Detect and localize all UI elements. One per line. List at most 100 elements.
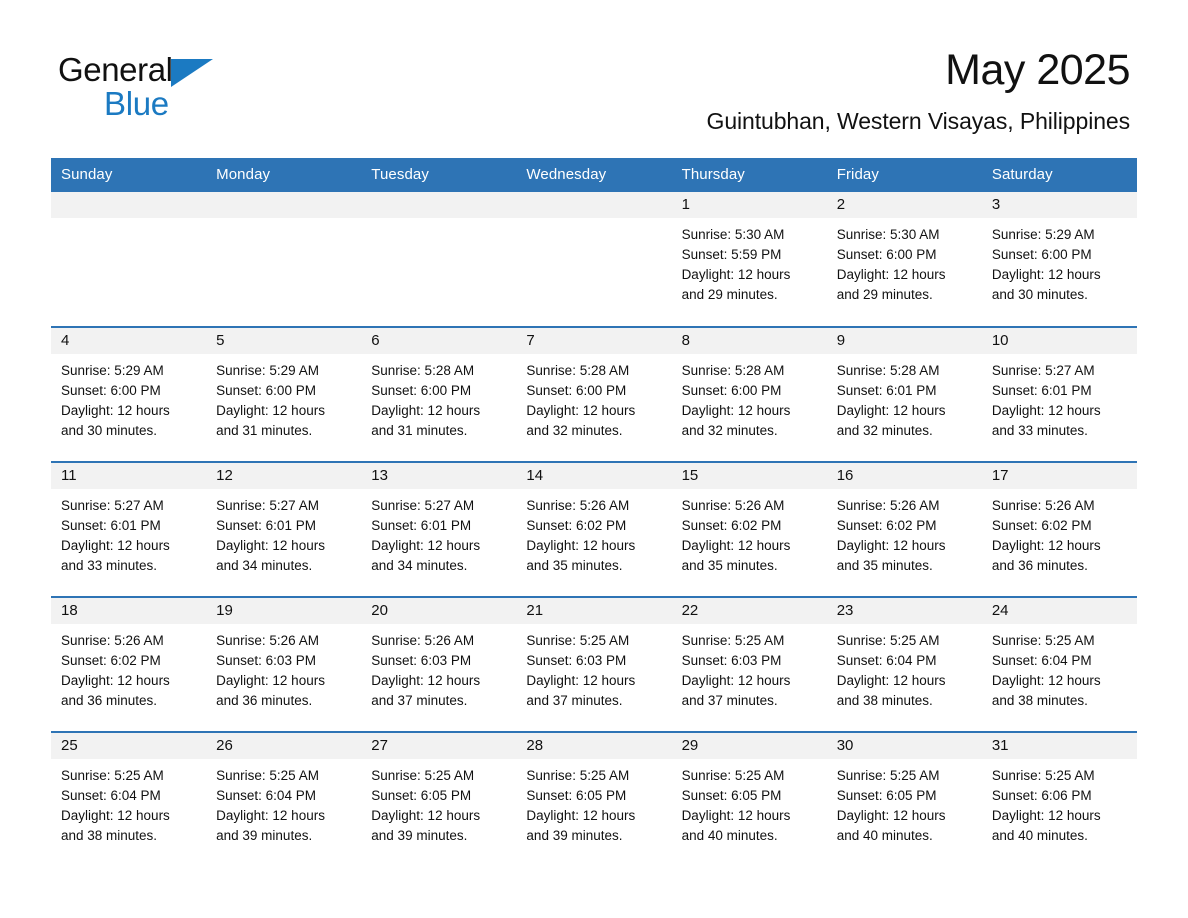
- day-cell[interactable]: 5 Sunrise: 5:29 AM Sunset: 6:00 PM Dayli…: [206, 326, 362, 462]
- day-cell[interactable]: 13 Sunrise: 5:27 AM Sunset: 6:01 PM Dayl…: [361, 461, 517, 597]
- daylight-line1: Daylight: 12 hours: [991, 538, 1101, 553]
- day-number: 25: [51, 733, 207, 759]
- day-details: Sunrise: 5:26 AM Sunset: 6:02 PM Dayligh…: [827, 489, 982, 576]
- day-cell[interactable]: 9 Sunrise: 5:28 AM Sunset: 6:01 PM Dayli…: [826, 326, 982, 462]
- day-cell[interactable]: 2 Sunrise: 5:30 AM Sunset: 6:00 PM Dayli…: [826, 192, 982, 327]
- day-cell[interactable]: 27 Sunrise: 5:25 AM Sunset: 6:05 PM Dayl…: [361, 731, 517, 867]
- daylight-line2: and 33 minutes.: [991, 423, 1088, 438]
- day-number: 29: [671, 733, 827, 759]
- daylight-line2: and 40 minutes.: [836, 828, 933, 843]
- sunrise-text: Sunrise: 5:26 AM: [526, 498, 630, 513]
- daylight-line2: and 37 minutes.: [526, 693, 623, 708]
- day-cell[interactable]: 10 Sunrise: 5:27 AM Sunset: 6:01 PM Dayl…: [981, 326, 1137, 462]
- generalblue-logo: General Blue: [58, 52, 278, 122]
- day-cell[interactable]: 17 Sunrise: 5:26 AM Sunset: 6:02 PM Dayl…: [981, 461, 1137, 597]
- daylight-line2: and 40 minutes.: [681, 828, 778, 843]
- sunset-text: Sunset: 6:00 PM: [681, 383, 782, 398]
- daylight-line2: and 30 minutes.: [991, 287, 1088, 302]
- day-cell[interactable]: 30 Sunrise: 5:25 AM Sunset: 6:05 PM Dayl…: [826, 731, 982, 867]
- sunset-text: Sunset: 6:01 PM: [61, 518, 161, 533]
- day-number: 11: [51, 463, 207, 489]
- daylight-line1: Daylight: 12 hours: [526, 808, 636, 823]
- daylight-line1: Daylight: 12 hours: [681, 403, 791, 418]
- daylight-line1: Daylight: 12 hours: [681, 538, 791, 553]
- day-cell[interactable]: 29 Sunrise: 5:25 AM Sunset: 6:05 PM Dayl…: [671, 731, 827, 867]
- daylight-line1: Daylight: 12 hours: [371, 808, 481, 823]
- day-cell[interactable]: 25 Sunrise: 5:25 AM Sunset: 6:04 PM Dayl…: [51, 731, 207, 867]
- day-cell[interactable]: 8 Sunrise: 5:28 AM Sunset: 6:00 PM Dayli…: [671, 326, 827, 462]
- day-cell[interactable]: 20 Sunrise: 5:26 AM Sunset: 6:03 PM Dayl…: [361, 596, 517, 732]
- sunset-text: Sunset: 6:02 PM: [836, 518, 937, 533]
- sunset-text: Sunset: 6:04 PM: [61, 788, 161, 803]
- sunrise-text: Sunrise: 5:25 AM: [681, 768, 785, 783]
- day-details: Sunrise: 5:29 AM Sunset: 6:00 PM Dayligh…: [982, 218, 1137, 305]
- daylight-line2: and 32 minutes.: [836, 423, 933, 438]
- day-cell[interactable]: 23 Sunrise: 5:25 AM Sunset: 6:04 PM Dayl…: [826, 596, 982, 732]
- day-details: Sunrise: 5:28 AM Sunset: 6:00 PM Dayligh…: [672, 354, 827, 441]
- day-cell[interactable]: 24 Sunrise: 5:25 AM Sunset: 6:04 PM Dayl…: [981, 596, 1137, 732]
- weekday-header-thursday: Thursday: [671, 158, 827, 192]
- day-number: 12: [206, 463, 362, 489]
- day-details: Sunrise: 5:28 AM Sunset: 6:01 PM Dayligh…: [827, 354, 982, 441]
- sunset-text: Sunset: 6:00 PM: [216, 383, 316, 398]
- day-number: 14: [516, 463, 672, 489]
- sunset-text: Sunset: 6:02 PM: [61, 653, 161, 668]
- daylight-line1: Daylight: 12 hours: [216, 808, 325, 823]
- weekday-header-monday: Monday: [206, 158, 362, 192]
- week-row: 1 Sunrise: 5:30 AM Sunset: 5:59 PM Dayli…: [51, 192, 1137, 327]
- day-number: 7: [516, 328, 672, 354]
- day-cell[interactable]: 14 Sunrise: 5:26 AM Sunset: 6:02 PM Dayl…: [516, 461, 672, 597]
- day-cell[interactable]: 15 Sunrise: 5:26 AM Sunset: 6:02 PM Dayl…: [671, 461, 827, 597]
- sunset-text: Sunset: 6:00 PM: [371, 383, 472, 398]
- day-cell[interactable]: 21 Sunrise: 5:25 AM Sunset: 6:03 PM Dayl…: [516, 596, 672, 732]
- day-cell[interactable]: 28 Sunrise: 5:25 AM Sunset: 6:05 PM Dayl…: [516, 731, 672, 867]
- day-cell: [206, 192, 362, 327]
- daylight-line1: Daylight: 12 hours: [836, 673, 946, 688]
- day-details: Sunrise: 5:28 AM Sunset: 6:00 PM Dayligh…: [516, 354, 671, 441]
- sunrise-text: Sunrise: 5:28 AM: [371, 363, 475, 378]
- day-details: Sunrise: 5:25 AM Sunset: 6:05 PM Dayligh…: [516, 759, 671, 846]
- week-row: 11 Sunrise: 5:27 AM Sunset: 6:01 PM Dayl…: [51, 461, 1137, 597]
- sunrise-text: Sunrise: 5:25 AM: [526, 768, 630, 783]
- day-cell[interactable]: 7 Sunrise: 5:28 AM Sunset: 6:00 PM Dayli…: [516, 326, 672, 462]
- sunrise-text: Sunrise: 5:25 AM: [216, 768, 319, 783]
- sunset-text: Sunset: 6:01 PM: [371, 518, 472, 533]
- day-cell[interactable]: 12 Sunrise: 5:27 AM Sunset: 6:01 PM Dayl…: [206, 461, 362, 597]
- daylight-line2: and 39 minutes.: [526, 828, 623, 843]
- day-number: 26: [206, 733, 362, 759]
- day-cell[interactable]: 26 Sunrise: 5:25 AM Sunset: 6:04 PM Dayl…: [206, 731, 362, 867]
- sunset-text: Sunset: 6:00 PM: [526, 383, 627, 398]
- day-cell[interactable]: 1 Sunrise: 5:30 AM Sunset: 5:59 PM Dayli…: [671, 192, 827, 327]
- sunset-text: Sunset: 6:00 PM: [61, 383, 161, 398]
- daylight-line2: and 34 minutes.: [371, 558, 468, 573]
- daylight-line2: and 31 minutes.: [216, 423, 313, 438]
- day-details: Sunrise: 5:25 AM Sunset: 6:03 PM Dayligh…: [516, 624, 671, 711]
- daylight-line2: and 37 minutes.: [681, 693, 778, 708]
- day-details: Sunrise: 5:30 AM Sunset: 6:00 PM Dayligh…: [827, 218, 982, 305]
- day-cell[interactable]: 3 Sunrise: 5:29 AM Sunset: 6:00 PM Dayli…: [981, 192, 1137, 327]
- day-cell[interactable]: 11 Sunrise: 5:27 AM Sunset: 6:01 PM Dayl…: [51, 461, 207, 597]
- daylight-line2: and 37 minutes.: [371, 693, 468, 708]
- logo-text-general: General: [58, 51, 173, 88]
- daylight-line1: Daylight: 12 hours: [371, 673, 481, 688]
- sunset-text: Sunset: 5:59 PM: [681, 247, 782, 262]
- sunrise-text: Sunrise: 5:25 AM: [991, 633, 1095, 648]
- day-cell[interactable]: 18 Sunrise: 5:26 AM Sunset: 6:02 PM Dayl…: [51, 596, 207, 732]
- day-cell[interactable]: 22 Sunrise: 5:25 AM Sunset: 6:03 PM Dayl…: [671, 596, 827, 732]
- sunrise-text: Sunrise: 5:26 AM: [681, 498, 785, 513]
- daylight-line2: and 39 minutes.: [371, 828, 468, 843]
- daylight-line1: Daylight: 12 hours: [991, 808, 1101, 823]
- day-details: Sunrise: 5:25 AM Sunset: 6:05 PM Dayligh…: [827, 759, 982, 846]
- day-cell[interactable]: 16 Sunrise: 5:26 AM Sunset: 6:02 PM Dayl…: [826, 461, 982, 597]
- day-cell[interactable]: 6 Sunrise: 5:28 AM Sunset: 6:00 PM Dayli…: [361, 326, 517, 462]
- daylight-line1: Daylight: 12 hours: [216, 403, 325, 418]
- daylight-line2: and 36 minutes.: [216, 693, 313, 708]
- day-cell[interactable]: 4 Sunrise: 5:29 AM Sunset: 6:00 PM Dayli…: [51, 326, 207, 462]
- day-cell[interactable]: 31 Sunrise: 5:25 AM Sunset: 6:06 PM Dayl…: [981, 731, 1137, 867]
- day-cell[interactable]: 19 Sunrise: 5:26 AM Sunset: 6:03 PM Dayl…: [206, 596, 362, 732]
- logo-triangle-icon: [170, 59, 213, 87]
- day-cell: [516, 192, 672, 327]
- daylight-line1: Daylight: 12 hours: [836, 538, 946, 553]
- day-number: 2: [826, 192, 982, 218]
- day-number: 31: [981, 733, 1137, 759]
